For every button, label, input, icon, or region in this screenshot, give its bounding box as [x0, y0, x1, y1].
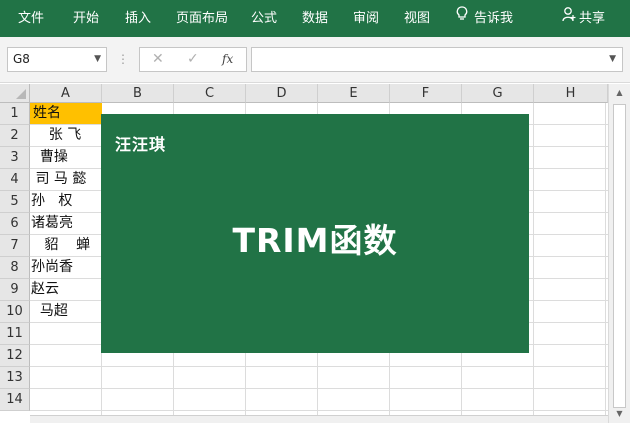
select-all-button[interactable] — [0, 84, 30, 103]
tell-me-search[interactable]: 告诉我 — [456, 0, 513, 37]
column-header-b[interactable]: B — [102, 84, 174, 103]
scrollbar-thumb[interactable] — [613, 104, 626, 408]
row-header[interactable]: 3 — [0, 147, 30, 169]
cell-a2[interactable]: 张 飞 — [31, 125, 102, 146]
scroll-up-icon[interactable]: ▲ — [609, 86, 630, 100]
person-icon — [562, 0, 576, 37]
gridline — [605, 103, 606, 423]
cell-a4[interactable]: 司 马 懿 — [31, 169, 102, 190]
share-button[interactable]: 共享 — [562, 0, 605, 37]
row-header[interactable]: 10 — [0, 301, 30, 323]
name-box-value: G8 — [13, 52, 30, 66]
column-header-g[interactable]: G — [462, 84, 534, 103]
row-header[interactable]: 7 — [0, 235, 30, 257]
drag-handle-icon[interactable]: ⋮ — [117, 51, 129, 67]
row-header[interactable]: 2 — [0, 125, 30, 147]
tab-data[interactable]: 数据 — [302, 0, 328, 37]
chevron-down-icon[interactable]: ▼ — [94, 48, 101, 71]
row-header[interactable]: 9 — [0, 279, 30, 301]
tab-view[interactable]: 视图 — [404, 0, 430, 37]
cell-a10[interactable]: 马超 — [31, 301, 102, 322]
row-header[interactable]: 14 — [0, 389, 30, 411]
ribbon-tabs-bar: 文件 开始 插入 页面布局 公式 数据 审阅 视图 告诉我 共享 — [0, 0, 630, 37]
gridline — [30, 410, 608, 411]
row-header[interactable]: 5 — [0, 191, 30, 213]
name-box[interactable]: G8 ▼ — [7, 47, 107, 72]
cell-a7[interactable]: 貂 蝉 — [31, 235, 102, 256]
share-label: 共享 — [579, 11, 606, 26]
scroll-down-icon[interactable]: ▼ — [609, 407, 630, 421]
row-header[interactable]: 4 — [0, 169, 30, 191]
column-header-c[interactable]: C — [174, 84, 246, 103]
vertical-scrollbar[interactable]: ▲ ▼ — [608, 84, 630, 423]
insert-function-icon[interactable]: fx — [222, 48, 233, 71]
row-header[interactable]: 11 — [0, 323, 30, 345]
brand-label: 汪汪琪 — [115, 135, 167, 154]
gridline — [30, 388, 608, 389]
gridline — [533, 103, 534, 423]
gridline — [30, 366, 608, 367]
formula-input[interactable]: ▼ — [251, 47, 623, 72]
formula-buttons: ✕ ✓ fx — [139, 47, 247, 72]
formula-bar-area: G8 ▼ ⋮ ✕ ✓ fx ▼ — [0, 37, 630, 83]
row-header[interactable]: 8 — [0, 257, 30, 279]
cell-a8[interactable]: 孙尚香 — [31, 257, 102, 278]
tab-file[interactable]: 文件 — [18, 0, 44, 37]
tab-page-layout[interactable]: 页面布局 — [176, 0, 228, 37]
row-header[interactable]: 1 — [0, 103, 30, 125]
cell-a9[interactable]: 赵云 — [31, 279, 102, 300]
title-overlay-card: 汪汪琪 TRIM函数 — [101, 114, 529, 353]
tab-review[interactable]: 审阅 — [353, 0, 379, 37]
row-header[interactable]: 6 — [0, 213, 30, 235]
tell-me-label: 告诉我 — [474, 11, 514, 26]
column-header-d[interactable]: D — [246, 84, 318, 103]
expand-formula-icon[interactable]: ▼ — [609, 54, 616, 64]
cell-a1[interactable]: 姓名 — [30, 103, 102, 124]
column-header-h[interactable]: H — [534, 84, 608, 103]
cell-a6[interactable]: 诸葛亮 — [31, 213, 102, 234]
cell-a3[interactable]: 曹操 — [31, 147, 102, 168]
column-header-e[interactable]: E — [318, 84, 390, 103]
cell-a5[interactable]: 孙 权 — [31, 191, 102, 212]
lightbulb-icon — [456, 0, 468, 37]
tab-insert[interactable]: 插入 — [125, 0, 151, 37]
column-header-a[interactable]: A — [30, 84, 102, 103]
column-header-f[interactable]: F — [390, 84, 462, 103]
sheet-tabs-bar — [30, 415, 608, 423]
tab-home[interactable]: 开始 — [73, 0, 99, 37]
overlay-title: TRIM函数 — [232, 221, 398, 260]
cancel-icon[interactable]: ✕ — [152, 48, 164, 71]
row-header[interactable]: 13 — [0, 367, 30, 389]
enter-icon[interactable]: ✓ — [187, 48, 199, 71]
tab-formulas[interactable]: 公式 — [251, 0, 277, 37]
row-header[interactable]: 12 — [0, 345, 30, 367]
